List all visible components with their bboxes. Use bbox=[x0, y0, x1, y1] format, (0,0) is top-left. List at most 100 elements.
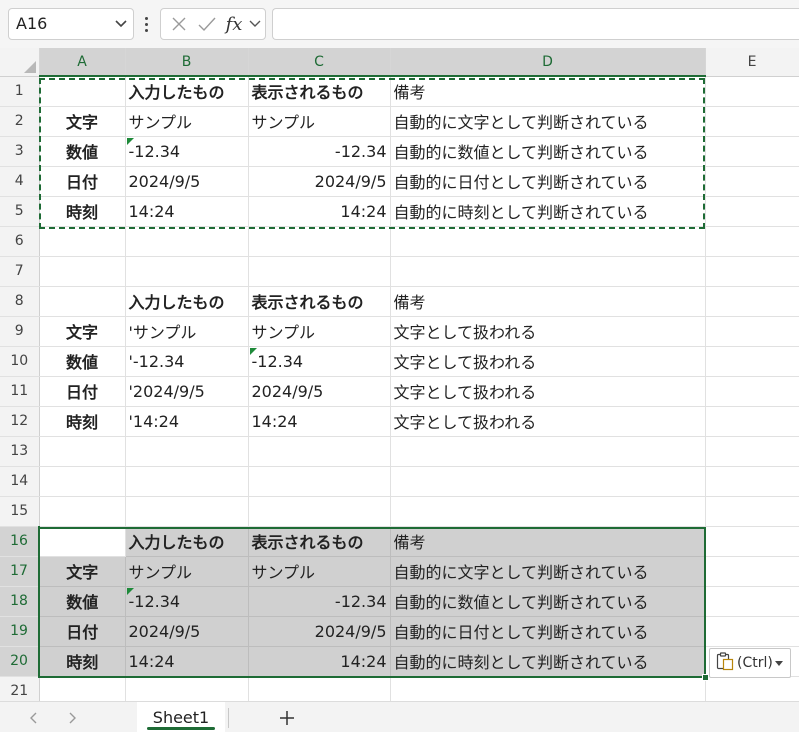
cell-a[interactable]: 時刻 bbox=[39, 406, 126, 437]
cell-d[interactable] bbox=[390, 256, 706, 287]
cell-d[interactable]: 文字として扱われる bbox=[390, 316, 706, 347]
row-header[interactable]: 1 bbox=[0, 76, 40, 107]
cell-a[interactable] bbox=[39, 526, 126, 557]
cell-d[interactable]: 自動的に時刻として判断されている bbox=[390, 196, 706, 227]
cell-e[interactable] bbox=[705, 286, 799, 317]
cell-b[interactable]: サンプル bbox=[125, 556, 249, 587]
cell-a[interactable]: 文字 bbox=[39, 316, 126, 347]
cell-d[interactable]: 文字として扱われる bbox=[390, 346, 706, 377]
cancel-icon[interactable] bbox=[167, 9, 191, 39]
cell-b[interactable]: '14:24 bbox=[125, 406, 249, 437]
cell-d[interactable]: 備考 bbox=[390, 286, 706, 317]
cell-b[interactable] bbox=[125, 466, 249, 497]
chevron-down-icon[interactable] bbox=[247, 9, 263, 39]
cell-d[interactable]: 自動的に日付として判断されている bbox=[390, 166, 706, 197]
row-header[interactable]: 3 bbox=[0, 136, 40, 167]
cell-e[interactable] bbox=[705, 346, 799, 377]
cell-b[interactable]: 入力したもの bbox=[125, 76, 249, 107]
cell-d[interactable] bbox=[390, 466, 706, 497]
cell-b[interactable] bbox=[125, 436, 249, 467]
cell-b[interactable] bbox=[125, 256, 249, 287]
cell-a[interactable] bbox=[39, 496, 126, 527]
cell-a[interactable]: 日付 bbox=[39, 616, 126, 647]
cell-e[interactable] bbox=[705, 376, 799, 407]
cell-c[interactable]: サンプル bbox=[248, 556, 391, 587]
chevron-right-icon[interactable] bbox=[58, 702, 88, 733]
column-header-c[interactable]: C bbox=[248, 48, 391, 77]
cell-c[interactable]: サンプル bbox=[248, 316, 391, 347]
cell-e[interactable] bbox=[705, 466, 799, 497]
cell-b[interactable]: 'サンプル bbox=[125, 316, 249, 347]
cell-e[interactable] bbox=[705, 526, 799, 557]
cell-a[interactable] bbox=[39, 76, 126, 107]
cell-c[interactable]: 14:24 bbox=[248, 196, 391, 227]
select-all-corner[interactable] bbox=[0, 48, 40, 77]
cell-d[interactable]: 文字として扱われる bbox=[390, 376, 706, 407]
row-header[interactable]: 15 bbox=[0, 496, 40, 527]
row-header[interactable]: 5 bbox=[0, 196, 40, 227]
cell-e[interactable] bbox=[705, 226, 799, 257]
cell-c[interactable] bbox=[248, 436, 391, 467]
cell-d[interactable] bbox=[390, 436, 706, 467]
cell-d[interactable] bbox=[390, 496, 706, 527]
cell-d[interactable]: 自動的に文字として判断されている bbox=[390, 556, 706, 587]
cell-a[interactable] bbox=[39, 436, 126, 467]
cell-b[interactable]: -12.34 bbox=[125, 586, 249, 617]
formula-input[interactable] bbox=[272, 8, 799, 40]
sheet-tab-sheet1[interactable]: Sheet1 bbox=[137, 702, 225, 733]
cell-b[interactable]: 入力したもの bbox=[125, 286, 249, 317]
cell-b[interactable]: 14:24 bbox=[125, 646, 249, 677]
cell-d[interactable]: 備考 bbox=[390, 526, 706, 557]
row-header[interactable]: 13 bbox=[0, 436, 40, 467]
column-header-e[interactable]: E bbox=[705, 48, 799, 77]
cell-c[interactable] bbox=[248, 226, 391, 257]
cell-c[interactable] bbox=[248, 496, 391, 527]
cell-c[interactable]: 2024/9/5 bbox=[248, 166, 391, 197]
cell-b[interactable]: 2024/9/5 bbox=[125, 166, 249, 197]
cell-d[interactable]: 自動的に時刻として判断されている bbox=[390, 646, 706, 677]
chevron-down-icon[interactable] bbox=[113, 9, 129, 39]
cell-a[interactable]: 時刻 bbox=[39, 646, 126, 677]
cell-d[interactable]: 自動的に日付として判断されている bbox=[390, 616, 706, 647]
cell-e[interactable] bbox=[705, 196, 799, 227]
cell-c[interactable]: -12.34 bbox=[248, 586, 391, 617]
cell-b[interactable]: '2024/9/5 bbox=[125, 376, 249, 407]
cell-e[interactable] bbox=[705, 616, 799, 647]
cell-e[interactable] bbox=[705, 166, 799, 197]
fill-handle[interactable] bbox=[702, 674, 709, 681]
cell-c[interactable]: 表示されるもの bbox=[248, 286, 391, 317]
cell-c[interactable] bbox=[248, 256, 391, 287]
cell-a[interactable]: 日付 bbox=[39, 376, 126, 407]
more-options-icon[interactable] bbox=[141, 12, 151, 36]
row-header[interactable]: 11 bbox=[0, 376, 40, 407]
cell-a[interactable]: 文字 bbox=[39, 106, 126, 137]
cell-d[interactable]: 文字として扱われる bbox=[390, 406, 706, 437]
cell-c[interactable]: 14:24 bbox=[248, 406, 391, 437]
cell-a[interactable] bbox=[39, 226, 126, 257]
cell-e[interactable] bbox=[705, 106, 799, 137]
cell-a[interactable] bbox=[39, 466, 126, 497]
row-header[interactable]: 18 bbox=[0, 586, 40, 617]
cell-a[interactable]: 数値 bbox=[39, 136, 126, 167]
plus-icon[interactable] bbox=[272, 702, 302, 733]
cell-c[interactable]: 2024/9/5 bbox=[248, 616, 391, 647]
cell-e[interactable] bbox=[705, 136, 799, 167]
column-header-a[interactable]: A bbox=[39, 48, 126, 77]
row-header[interactable]: 14 bbox=[0, 466, 40, 497]
confirm-icon[interactable] bbox=[195, 9, 219, 39]
cell-c[interactable]: 14:24 bbox=[248, 646, 391, 677]
row-header[interactable]: 17 bbox=[0, 556, 40, 587]
cell-d[interactable]: 自動的に数値として判断されている bbox=[390, 586, 706, 617]
cell-e[interactable] bbox=[705, 256, 799, 287]
cell-b[interactable] bbox=[125, 226, 249, 257]
row-header[interactable]: 7 bbox=[0, 256, 40, 287]
cell-e[interactable] bbox=[705, 556, 799, 587]
paste-options-button[interactable]: (Ctrl) bbox=[709, 648, 791, 678]
cell-e[interactable] bbox=[705, 436, 799, 467]
cell-e[interactable] bbox=[705, 406, 799, 437]
column-header-b[interactable]: B bbox=[125, 48, 249, 77]
cell-b[interactable]: 入力したもの bbox=[125, 526, 249, 557]
cell-a[interactable]: 時刻 bbox=[39, 196, 126, 227]
cell-a[interactable]: 数値 bbox=[39, 586, 126, 617]
cell-b[interactable] bbox=[125, 496, 249, 527]
